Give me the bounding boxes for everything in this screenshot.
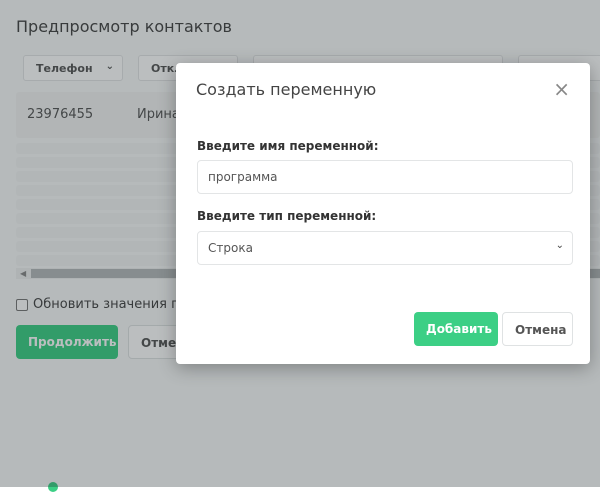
variable-type-label: Введите тип переменной: bbox=[197, 209, 377, 223]
select-value: Строка bbox=[208, 241, 253, 255]
dialog-cancel-button[interactable]: Отмена bbox=[502, 312, 573, 346]
add-button[interactable]: Добавить bbox=[414, 312, 498, 346]
create-variable-dialog: Создать переменную × Введите имя перемен… bbox=[176, 63, 590, 364]
chevron-down-icon: ⌄ bbox=[555, 240, 564, 251]
variable-name-input[interactable]: программа bbox=[197, 160, 573, 194]
close-icon[interactable]: × bbox=[553, 77, 570, 101]
variable-name-label: Введите имя переменной: bbox=[197, 139, 379, 153]
dialog-title: Создать переменную bbox=[196, 80, 377, 99]
variable-type-select[interactable]: Строка ⌄ bbox=[197, 231, 573, 265]
